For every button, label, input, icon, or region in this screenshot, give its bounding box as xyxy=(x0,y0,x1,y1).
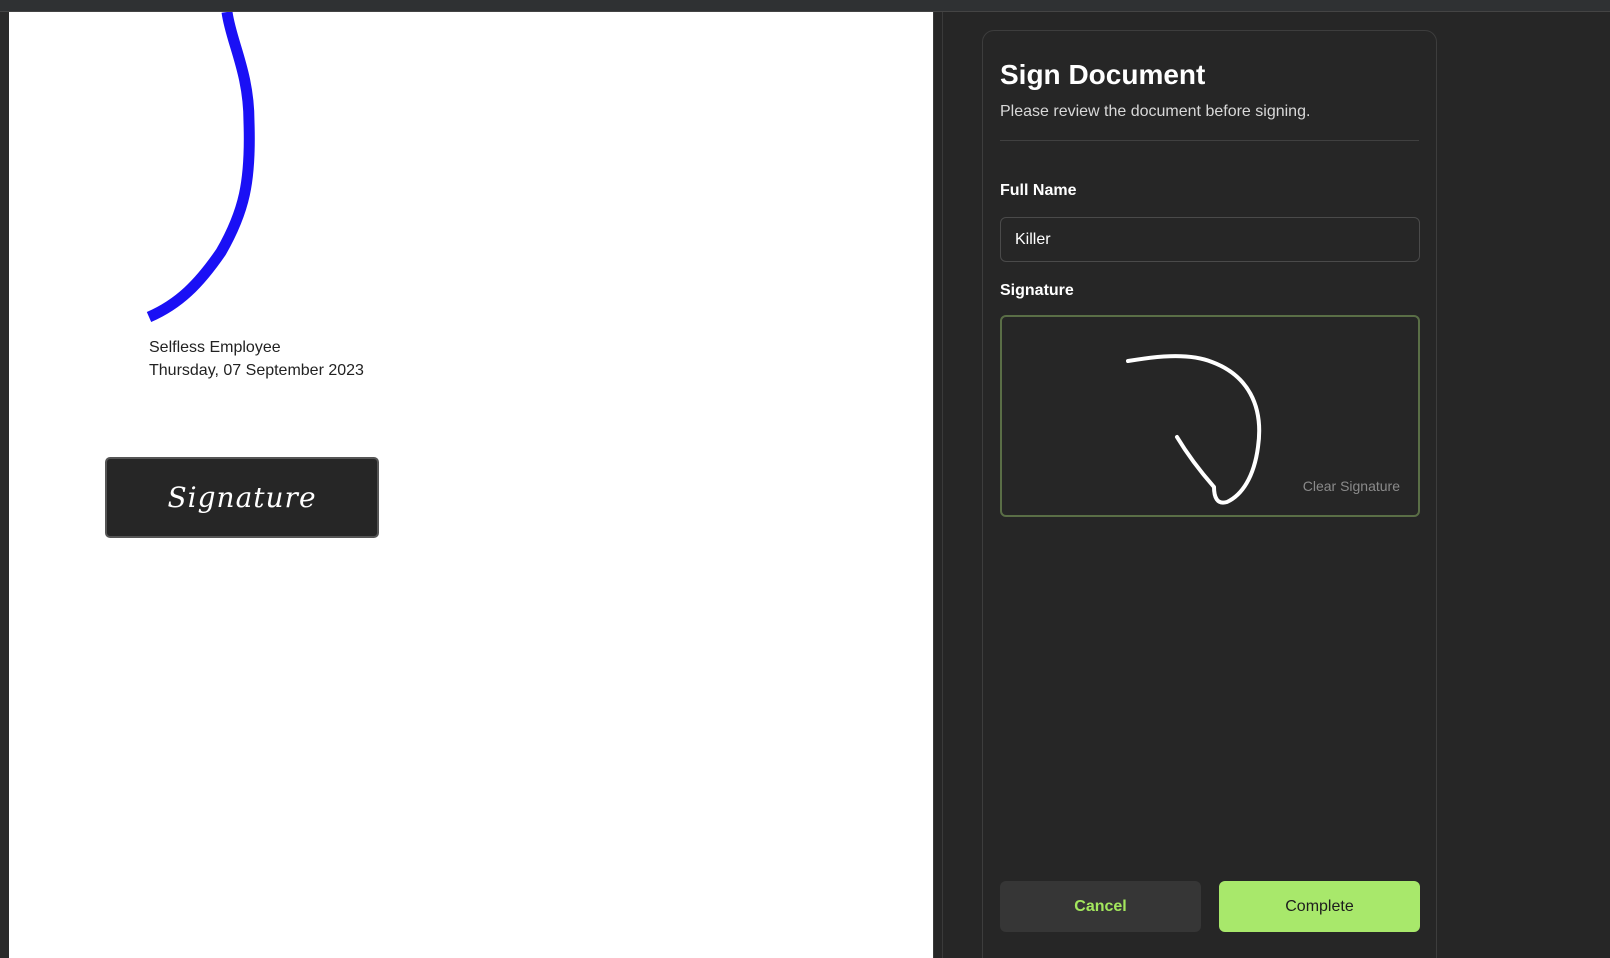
panel-title: Sign Document xyxy=(1000,59,1206,90)
left-gutter xyxy=(0,12,9,958)
signature-label: Signature xyxy=(1000,282,1074,299)
panel-separator xyxy=(1000,140,1419,141)
signer-date: Thursday, 07 September 2023 xyxy=(149,362,364,379)
signer-name: Selfless Employee xyxy=(149,339,281,356)
panel-subtitle: Please review the document before signin… xyxy=(1000,103,1311,120)
cancel-button[interactable]: Cancel xyxy=(1000,881,1201,932)
full-name-input[interactable] xyxy=(1000,217,1420,262)
pane-divider[interactable] xyxy=(933,12,943,958)
document-signature-stroke xyxy=(146,12,255,323)
sign-document-panel: Sign Document Please review the document… xyxy=(982,30,1437,958)
full-name-label: Full Name xyxy=(1000,182,1077,199)
window-top-bar xyxy=(0,0,1610,12)
complete-button[interactable]: Complete xyxy=(1219,881,1420,932)
signature-pad[interactable]: Clear Signature xyxy=(1000,315,1420,517)
document-page: Selfless Employee Thursday, 07 September… xyxy=(9,12,933,958)
signature-field-label: Signature xyxy=(167,481,317,514)
clear-signature-button[interactable]: Clear Signature xyxy=(1303,478,1400,494)
signature-field[interactable]: Signature xyxy=(105,457,379,538)
